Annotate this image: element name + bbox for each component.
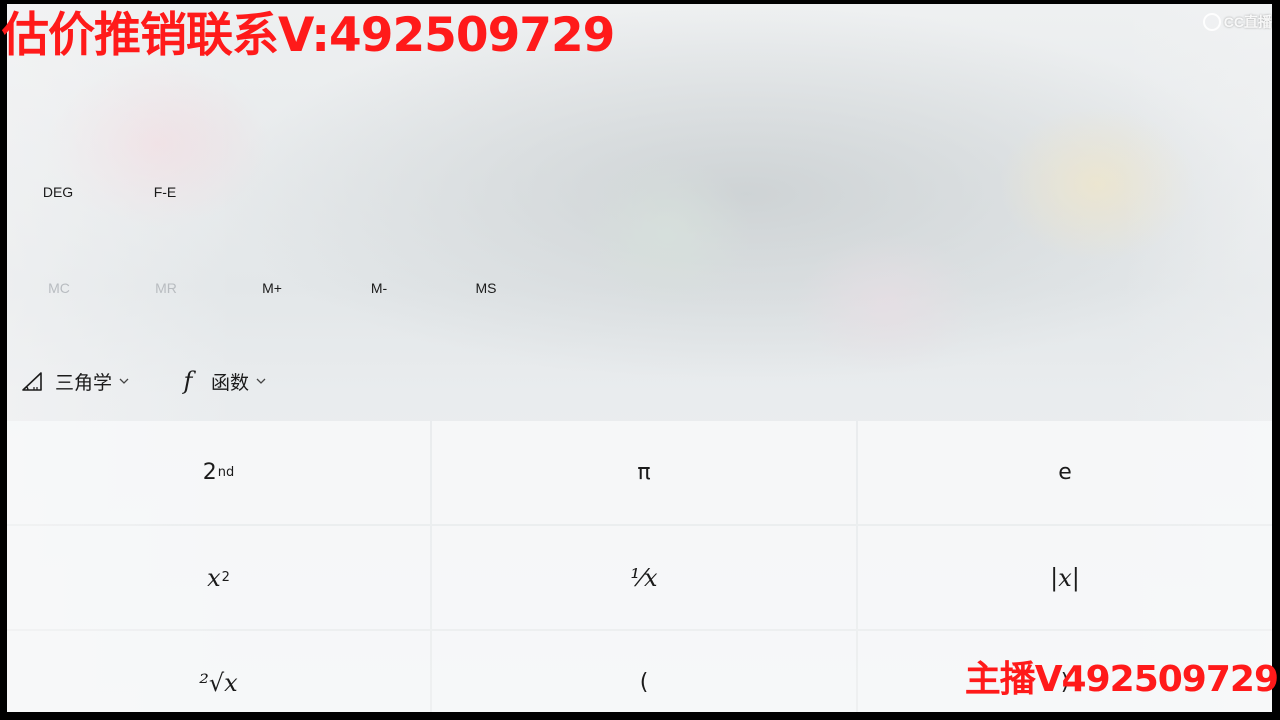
square-root-key-label: ²√x <box>199 668 238 697</box>
streamer-contact-watermark: 主播V492509729 <box>964 659 1279 700</box>
stream-contact-watermark: 估价推销联系V:492509729 <box>2 8 615 63</box>
screen: DEG F-E MC MR M+ M- MS 三角学 f 函数 2 nd π e… <box>0 0 1280 720</box>
fixed-exponential-button[interactable]: F-E <box>125 174 205 210</box>
absolute-value-key-label: |x| <box>1050 563 1080 592</box>
cc-logo-text: CC直播 <box>1223 14 1272 30</box>
memory-subtract-button[interactable]: M- <box>339 270 419 306</box>
cc-logo-icon <box>1202 13 1221 31</box>
pi-key-label: π <box>637 460 651 485</box>
absolute-value-key[interactable]: |x| <box>858 526 1272 629</box>
open-parenthesis-key[interactable]: ( <box>432 631 856 712</box>
trigonometry-label: 三角学 <box>55 371 113 394</box>
memory-recall-button[interactable]: MR <box>126 270 206 306</box>
reciprocal-key-label: ⅟x <box>630 563 658 592</box>
cc-live-logo: CC直播 <box>1202 10 1272 34</box>
triangle-ruler-icon <box>19 368 45 394</box>
memory-add-button[interactable]: M+ <box>232 270 312 306</box>
calculator-window: DEG F-E MC MR M+ M- MS 三角学 f 函数 2 nd π e… <box>7 4 1272 712</box>
square-root-key[interactable]: ²√x <box>7 631 430 712</box>
square-key[interactable]: x2 <box>7 526 430 629</box>
chevron-down-icon <box>118 375 130 387</box>
square-key-superscript: 2 <box>221 570 230 585</box>
memory-clear-button[interactable]: MC <box>19 270 99 306</box>
function-icon: f <box>183 367 193 395</box>
functions-dropdown[interactable]: f 函数 <box>175 364 267 398</box>
trigonometry-dropdown[interactable]: 三角学 <box>19 364 130 398</box>
second-key-label: 2 <box>202 460 217 485</box>
angle-unit-button[interactable]: DEG <box>18 174 98 210</box>
second-function-key[interactable]: 2nd <box>7 421 430 524</box>
pi-key[interactable]: π <box>432 421 856 524</box>
memory-store-button[interactable]: MS <box>446 270 526 306</box>
euler-key[interactable]: e <box>858 421 1272 524</box>
function-dropdown-row: 三角学 f 函数 <box>7 356 1272 406</box>
functions-label: 函数 <box>211 371 250 394</box>
euler-key-label: e <box>1058 460 1072 485</box>
square-key-label: x <box>207 563 221 592</box>
open-parenthesis-label: ( <box>639 670 649 695</box>
reciprocal-key[interactable]: ⅟x <box>432 526 856 629</box>
chevron-down-icon <box>255 375 267 387</box>
second-key-superscript: nd <box>217 465 235 480</box>
